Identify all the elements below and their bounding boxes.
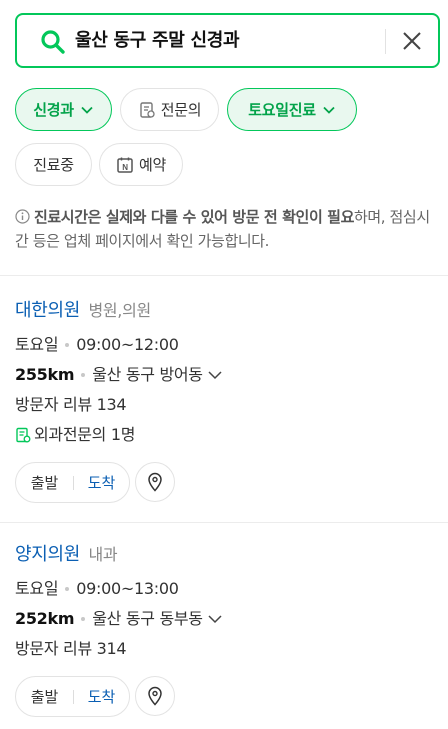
map-pin-icon bbox=[148, 686, 162, 706]
specialist-icon bbox=[140, 101, 155, 118]
distance: 252km bbox=[15, 609, 75, 628]
filter-chip-label: 전문의 bbox=[160, 101, 202, 119]
filter-chip-label: 신경과 bbox=[33, 101, 74, 119]
naver-booking-icon: N bbox=[117, 157, 133, 173]
place-name-link[interactable]: 양지의원 bbox=[15, 544, 80, 565]
place-category: 내과 bbox=[88, 545, 118, 564]
hours-notice: 진료시간은 실제와 다를 수 있어 방문 전 확인이 필요하며, 점심시간 등은… bbox=[15, 205, 435, 253]
route-buttons: 출발 도착 bbox=[15, 676, 130, 717]
separator-dot bbox=[81, 373, 86, 377]
filter-chip-specialist[interactable]: 전문의 bbox=[120, 88, 219, 131]
close-icon[interactable] bbox=[401, 30, 423, 52]
map-pin-button[interactable] bbox=[135, 462, 175, 502]
filter-chip-saturday[interactable]: 토요일진료 bbox=[227, 88, 357, 131]
filter-chip-department[interactable]: 신경과 bbox=[15, 88, 112, 131]
filter-chip-label: 예약 bbox=[138, 156, 166, 174]
depart-button[interactable]: 출발 bbox=[16, 472, 73, 493]
chevron-down-icon[interactable] bbox=[207, 367, 223, 383]
map-pin-button[interactable] bbox=[135, 676, 175, 716]
search-icon bbox=[41, 30, 65, 54]
arrive-button[interactable]: 도착 bbox=[74, 472, 129, 493]
specialist-count: 외과전문의 1명 bbox=[34, 425, 136, 444]
route-buttons: 출발 도착 bbox=[15, 462, 130, 503]
separator-dot bbox=[81, 617, 86, 621]
open-day: 토요일 bbox=[15, 579, 59, 598]
result-item: 대한의원 병원,의원 토요일 09:00~12:00 255km 울산 동구 방… bbox=[15, 298, 435, 446]
search-input[interactable]: 울산 동구 주말 신경과 bbox=[75, 29, 240, 53]
specialist-icon bbox=[16, 427, 31, 443]
search-divider bbox=[385, 29, 386, 54]
chevron-down-icon[interactable] bbox=[207, 611, 223, 627]
distance: 255km bbox=[15, 365, 75, 384]
map-pin-icon bbox=[148, 472, 162, 492]
filter-chip-booking[interactable]: N 예약 bbox=[99, 143, 183, 186]
chevron-down-icon bbox=[323, 106, 335, 114]
divider bbox=[0, 522, 448, 523]
separator-dot bbox=[65, 587, 70, 591]
visitor-reviews[interactable]: 방문자 리뷰 134 bbox=[15, 394, 127, 416]
search-box[interactable]: 울산 동구 주말 신경과 bbox=[15, 13, 440, 68]
svg-text:N: N bbox=[122, 163, 128, 172]
result-item: 양지의원 내과 토요일 09:00~13:00 252km 울산 동구 동부동 … bbox=[15, 542, 435, 660]
visitor-reviews[interactable]: 방문자 리뷰 314 bbox=[15, 638, 127, 660]
open-hours: 09:00~12:00 bbox=[76, 335, 179, 354]
place-name-link[interactable]: 대한의원 bbox=[15, 300, 80, 321]
divider bbox=[0, 275, 448, 276]
open-hours: 09:00~13:00 bbox=[76, 579, 179, 598]
separator-dot bbox=[65, 343, 70, 347]
open-day: 토요일 bbox=[15, 335, 59, 354]
info-icon bbox=[15, 209, 30, 224]
filter-chip-label: 진료중 bbox=[33, 156, 74, 174]
address[interactable]: 울산 동구 방어동 bbox=[92, 364, 203, 386]
address[interactable]: 울산 동구 동부동 bbox=[92, 608, 203, 630]
place-category: 병원,의원 bbox=[88, 301, 151, 320]
filter-chip-label: 토요일진료 bbox=[248, 101, 316, 119]
notice-bold: 진료시간은 실제와 다를 수 있어 방문 전 확인이 필요 bbox=[34, 208, 354, 226]
filter-chip-open-now[interactable]: 진료중 bbox=[15, 143, 92, 186]
arrive-button[interactable]: 도착 bbox=[74, 686, 129, 707]
chevron-down-icon bbox=[81, 106, 93, 114]
depart-button[interactable]: 출발 bbox=[16, 686, 73, 707]
